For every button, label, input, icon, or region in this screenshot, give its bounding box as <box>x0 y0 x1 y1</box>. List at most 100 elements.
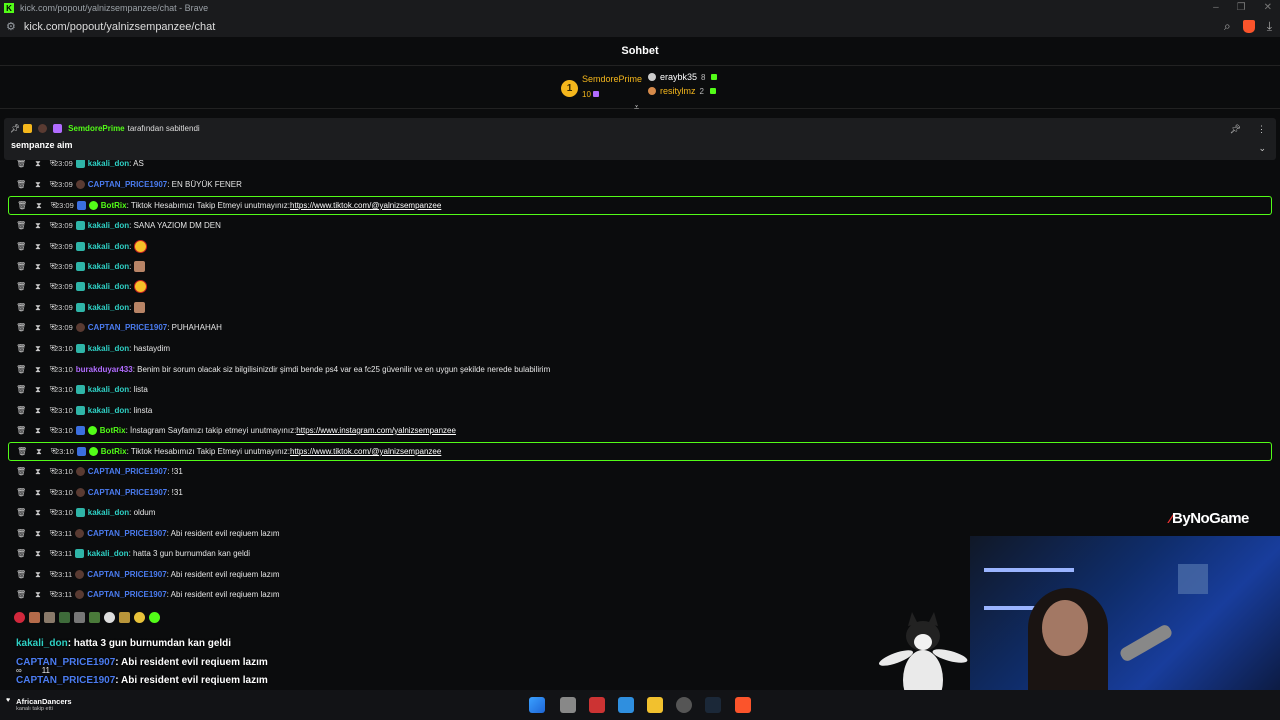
app-icon[interactable] <box>589 697 605 713</box>
leaderboard-first[interactable]: 1 SemdorePrime 10 <box>561 74 642 102</box>
delete-icon[interactable]: 🗑︎ <box>16 508 26 518</box>
timeout-icon[interactable]: ⧗ <box>35 262 41 272</box>
zoom-icon[interactable]: ⌕ <box>1224 19 1231 34</box>
message-link[interactable]: https://www.instagram.com/yalnizsempanze… <box>296 426 456 435</box>
close-icon[interactable]: ✕ <box>1264 2 1272 13</box>
timeout-icon[interactable]: ⧗ <box>35 529 41 539</box>
delete-icon[interactable]: 🗑︎ <box>16 221 26 231</box>
timeout-icon[interactable]: ⧗ <box>35 282 41 292</box>
message-username[interactable]: CAPTAN_PRICE1907 <box>87 529 166 538</box>
timeout-icon[interactable]: ⧗ <box>35 323 41 333</box>
message-username[interactable]: kakali_don <box>88 406 129 415</box>
minimize-icon[interactable]: – <box>1213 2 1219 13</box>
timeout-icon[interactable]: ⧗ <box>35 365 41 375</box>
emote-icon[interactable] <box>74 612 85 623</box>
message-username[interactable]: kakali_don <box>88 385 129 394</box>
message-username[interactable]: CAPTAN_PRICE1907 <box>87 590 166 599</box>
timeout-icon[interactable]: ⧗ <box>35 406 41 416</box>
message-username[interactable]: CAPTAN_PRICE1907 <box>88 180 167 189</box>
delete-icon[interactable]: 🗑︎ <box>16 385 26 395</box>
timeout-icon[interactable]: ⧗ <box>36 201 42 211</box>
timeout-icon[interactable]: ⧗ <box>35 344 41 354</box>
site-settings-icon[interactable]: ⚙ <box>6 20 16 33</box>
message-username[interactable]: kakali_don <box>88 221 129 230</box>
message-username[interactable]: kakali_don <box>88 262 129 271</box>
delete-icon[interactable]: 🗑︎ <box>16 570 26 580</box>
obs-icon[interactable] <box>676 697 692 713</box>
chat-message[interactable]: 🗑︎ ⧗ ⛨ 23:09 kakali_don : <box>8 298 1270 317</box>
delete-icon[interactable]: 🗑︎ <box>16 323 26 333</box>
chat-message[interactable]: 🗑︎ ⧗ ⛨ 23:10 BotRix : İnstagram Sayfamızı … <box>8 421 1270 440</box>
delete-icon[interactable]: 🗑︎ <box>16 488 26 498</box>
message-username[interactable]: kakali_don <box>88 508 129 517</box>
pinned-by-name[interactable]: SemdorePrime <box>68 124 124 133</box>
chat-message[interactable]: 🗑︎ ⧗ ⛨ 23:09 CAPTAN_PRICE1907 : EN BÜYÜK F… <box>8 175 1270 194</box>
delete-icon[interactable]: 🗑︎ <box>16 303 26 313</box>
chat-message-highlighted[interactable]: 🗑︎ ⧗ ⛨ 23:10 BotRix : Tiktok Hesabımızı Ta… <box>8 442 1272 461</box>
timeout-icon[interactable]: ⧗ <box>36 447 42 457</box>
message-username[interactable]: kakali_don <box>88 282 129 291</box>
chat-message[interactable]: 🗑︎ ⧗ ⛨ 23:09 kakali_don : <box>8 237 1270 256</box>
emote-icon[interactable] <box>14 612 25 623</box>
timeout-icon[interactable]: ⧗ <box>35 385 41 395</box>
restore-icon[interactable]: ❐ <box>1237 2 1246 13</box>
delete-icon[interactable]: 🗑︎ <box>16 426 26 436</box>
timeout-icon[interactable]: ⧗ <box>35 242 41 252</box>
timeout-icon[interactable]: ⧗ <box>35 508 41 518</box>
url-field[interactable]: kick.com/popout/yalnizsempanzee/chat <box>24 21 215 33</box>
timeout-icon[interactable]: ⧗ <box>35 426 41 436</box>
delete-icon[interactable]: 🗑︎ <box>16 549 26 559</box>
delete-icon[interactable]: 🗑︎ <box>16 160 26 169</box>
chat-message[interactable]: 🗑︎ ⧗ ⛨ 23:09 CAPTAN_PRICE1907 : PUHAHAHAH <box>8 318 1270 337</box>
emote-icon[interactable] <box>29 612 40 623</box>
chat-message[interactable]: 🗑︎ ⧗ ⛨ 23:09 kakali_don : <box>8 277 1270 296</box>
timeout-icon[interactable]: ⧗ <box>35 303 41 313</box>
message-username[interactable]: CAPTAN_PRICE1907 <box>88 488 167 497</box>
chat-message[interactable]: 🗑︎ ⧗ ⛨ 23:09 kakali_don : SANA YAZIOM DM D… <box>8 216 1270 235</box>
timeout-icon[interactable]: ⧗ <box>35 590 41 600</box>
chat-message[interactable]: 🗑︎ ⧗ ⛨ 23:10 kakali_don : hastaydim <box>8 339 1270 358</box>
brave-shields-icon[interactable] <box>1242 20 1255 33</box>
chat-message[interactable]: 🗑︎ ⧗ ⛨ 23:10 kakali_don : linsta <box>8 401 1270 420</box>
timeout-icon[interactable]: ⧗ <box>35 488 41 498</box>
emote-icon[interactable] <box>59 612 70 623</box>
task-view-icon[interactable] <box>560 697 576 713</box>
timeout-icon[interactable]: ⧗ <box>35 570 41 580</box>
steam-icon[interactable] <box>705 697 721 713</box>
emote-icon[interactable] <box>119 612 130 623</box>
delete-icon[interactable]: 🗑︎ <box>16 365 26 375</box>
message-username[interactable]: burakduyar433 <box>76 365 133 374</box>
chat-message[interactable]: 🗑︎ ⧗ ⛨ 23:09 kakali_don : <box>8 257 1270 276</box>
message-username[interactable]: kakali_don <box>88 242 129 251</box>
message-username[interactable]: CAPTAN_PRICE1907 <box>87 570 166 579</box>
chat-message[interactable]: 🗑︎ ⧗ ⛨ 23:10 burakduyar433 : Benim bir sor… <box>8 360 1270 379</box>
emote-icon[interactable] <box>44 612 55 623</box>
start-menu-icon[interactable] <box>529 697 545 713</box>
leaderboard-second[interactable]: eraybk35 8 <box>648 72 718 82</box>
app-icon[interactable] <box>618 697 634 713</box>
chat-message[interactable]: 🗑︎ ⧗ ⛨ 23:10 kakali_don : lista <box>8 380 1270 399</box>
unpin-icon[interactable]: 📌︎ <box>1230 124 1241 135</box>
chat-message[interactable]: 🗑︎ ⧗ ⛨ 23:10 CAPTAN_PRICE1907 : !31 <box>8 483 1270 502</box>
file-explorer-icon[interactable] <box>647 697 663 713</box>
chat-message[interactable]: 🗑︎ ⧗ ⛨ 23:10 CAPTAN_PRICE1907 : !31 <box>8 462 1270 481</box>
chat-message-highlighted[interactable]: 🗑︎ ⧗ ⛨ 23:09 BotRix : Tiktok Hesabımızı Ta… <box>8 196 1272 215</box>
timeout-icon[interactable]: ⧗ <box>35 160 41 169</box>
download-icon[interactable]: ⤓ <box>1267 19 1272 34</box>
message-username[interactable]: BotRix <box>101 201 127 210</box>
delete-icon[interactable]: 🗑︎ <box>16 590 26 600</box>
delete-icon[interactable]: 🗑︎ <box>17 201 27 211</box>
delete-icon[interactable]: 🗑︎ <box>16 262 26 272</box>
emote-icon[interactable] <box>104 612 115 623</box>
delete-icon[interactable]: 🗑︎ <box>16 467 26 477</box>
timeout-icon[interactable]: ⧗ <box>35 549 41 559</box>
chat-message[interactable]: 🗑︎ ⧗ ⛨ 23:10 kakali_don : oldum <box>8 503 1270 522</box>
message-username[interactable]: BotRix <box>100 426 126 435</box>
message-link[interactable]: https://www.tiktok.com/@yalnizsempanzee <box>290 201 441 210</box>
timeout-icon[interactable]: ⧗ <box>35 467 41 477</box>
timeout-icon[interactable]: ⧗ <box>35 180 41 190</box>
message-username[interactable]: kakali_don <box>87 549 128 558</box>
message-link[interactable]: https://www.tiktok.com/@yalnizsempanzee <box>290 447 441 456</box>
delete-icon[interactable]: 🗑︎ <box>17 447 27 457</box>
message-username[interactable]: CAPTAN_PRICE1907 <box>88 467 167 476</box>
